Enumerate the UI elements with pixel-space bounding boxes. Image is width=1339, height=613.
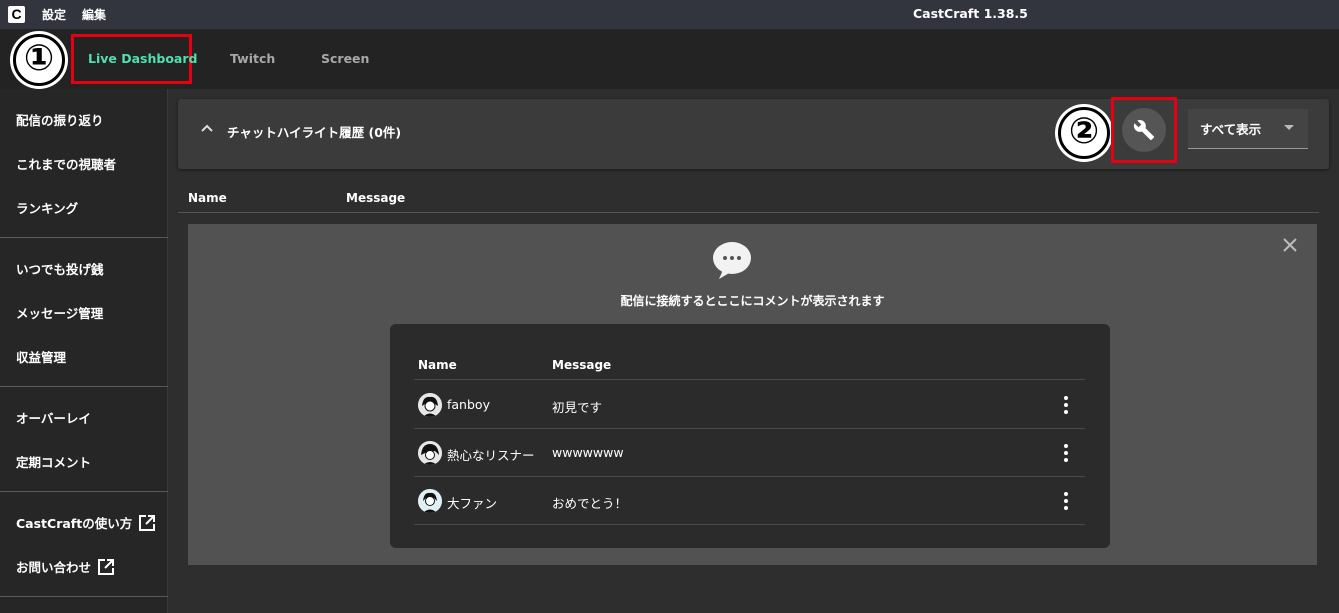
column-header-message: Message [346, 191, 406, 205]
menu-edit[interactable]: 編集 [82, 6, 106, 23]
sidebar-item-ranking[interactable]: ランキング [16, 198, 78, 217]
avatar [418, 393, 442, 417]
more-vert-icon[interactable] [1058, 491, 1074, 511]
sidebar-item-stream-review[interactable]: 配信の振り返り [16, 110, 104, 129]
sidebar-item-overlay[interactable]: オーバーレイ [16, 408, 91, 427]
table-row: 大ファン おめでとう！ [414, 477, 1085, 525]
sidebar-divider [0, 596, 168, 597]
annotation-number-1: ① [13, 34, 65, 86]
sidebar-divider [0, 237, 168, 238]
sidebar-divider [0, 386, 168, 387]
sample-comment-card: Name Message fanboy 初見です 熱心なリスナー wwwwwww… [390, 324, 1110, 548]
user-avatar-icon [418, 489, 442, 513]
tab-screen[interactable]: Screen [321, 51, 369, 66]
column-header-name: Name [188, 191, 227, 205]
menu-settings[interactable]: 設定 [42, 6, 66, 23]
filter-select[interactable]: すべて表示 [1188, 109, 1308, 149]
empty-state-message: 配信に接続するとここにコメントが表示されます [620, 294, 885, 308]
title-bar: C 設定 編集 CastCraft 1.38.5 [0, 0, 1339, 29]
sample-table-header: Name Message [414, 356, 1085, 380]
sidebar-item-scheduled-comments[interactable]: 定期コメント [16, 452, 91, 471]
row-message: おめでとう！ [552, 496, 628, 511]
row-message: wwwwwww [552, 445, 624, 460]
settings-wrench-button[interactable] [1122, 108, 1166, 152]
sidebar-item-contact[interactable]: お問い合わせ [16, 557, 115, 576]
app-logo-icon: C [8, 6, 25, 23]
column-header-name: Name [418, 358, 457, 372]
main-content: チャットハイライト履歴 (0件) ② すべて表示 Name Message 配信… [168, 89, 1339, 613]
panel-title: チャットハイライト履歴 (0件) [227, 125, 402, 140]
external-link-icon [139, 514, 156, 531]
sidebar: 配信の振り返り これまでの視聴者 ランキング いつでも投げ銭 メッセージ管理 収… [0, 89, 168, 613]
sidebar-item-message-management[interactable]: メッセージ管理 [16, 303, 103, 322]
wrench-icon [1133, 120, 1155, 141]
avatar [418, 441, 442, 465]
avatar [418, 489, 442, 513]
dropdown-arrow-icon [1284, 125, 1294, 130]
annotation-number-2: ② [1058, 107, 1110, 159]
more-vert-icon[interactable] [1058, 395, 1074, 415]
tab-twitch[interactable]: Twitch [230, 51, 275, 66]
sidebar-item-past-viewers[interactable]: これまでの視聴者 [16, 154, 116, 173]
sidebar-divider [0, 491, 168, 492]
close-icon[interactable] [1281, 236, 1299, 254]
empty-state-panel: 配信に接続するとここにコメントが表示されます Name Message fanb… [188, 224, 1317, 565]
row-message: 初見です [552, 400, 603, 415]
table-row: fanboy 初見です [414, 381, 1085, 429]
sidebar-item-revenue-management[interactable]: 収益管理 [16, 347, 66, 366]
user-avatar-icon [418, 441, 442, 465]
chat-bubble-icon [713, 242, 751, 279]
external-link-icon [98, 558, 115, 575]
sidebar-item-tipping[interactable]: いつでも投げ銭 [16, 259, 104, 278]
top-tab-bar: ① Live Dashboard Twitch Screen [0, 29, 1339, 89]
more-vert-icon[interactable] [1058, 443, 1074, 463]
row-name: 熱心なリスナー [447, 448, 535, 463]
tab-live-dashboard[interactable]: Live Dashboard [88, 51, 197, 66]
filter-select-value: すべて表示 [1200, 122, 1262, 137]
sidebar-item-how-to-use[interactable]: CastCraftの使い方 [16, 513, 156, 532]
chevron-up-icon[interactable] [200, 121, 214, 135]
row-name: 大ファン [447, 496, 498, 511]
column-header-message: Message [552, 358, 612, 372]
row-name: fanboy [447, 397, 490, 412]
sidebar-item-label: CastCraftの使い方 [16, 516, 133, 531]
table-row: 熱心なリスナー wwwwwww [414, 429, 1085, 477]
chat-highlight-panel: チャットハイライト履歴 (0件) ② すべて表示 [178, 97, 1329, 169]
comment-list-header: Name Message [178, 189, 1319, 213]
user-avatar-icon [418, 393, 442, 417]
sidebar-item-label: お問い合わせ [16, 560, 92, 575]
